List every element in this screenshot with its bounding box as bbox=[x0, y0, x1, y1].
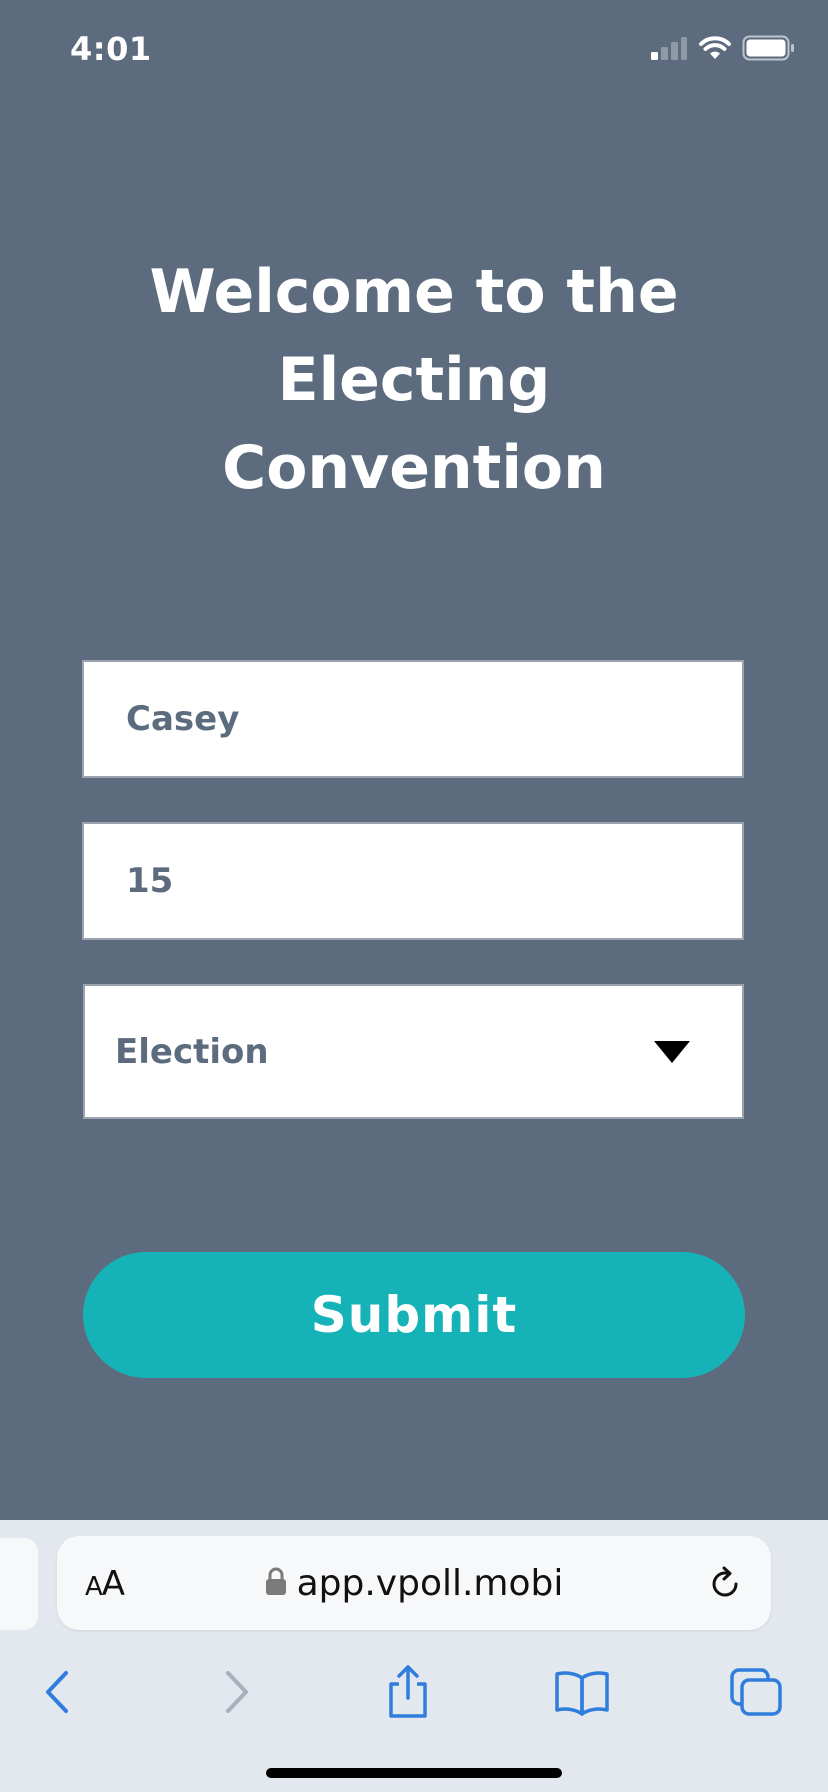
election-select[interactable]: Election bbox=[83, 984, 744, 1119]
name-field[interactable]: Casey bbox=[82, 660, 744, 778]
home-indicator bbox=[266, 1768, 562, 1778]
previous-tab-edge[interactable] bbox=[0, 1538, 38, 1630]
page-title: Welcome to the Electing Convention bbox=[149, 257, 679, 503]
chevron-down-icon bbox=[654, 1040, 690, 1063]
address-bar[interactable]: AA app.vpoll.mobi bbox=[57, 1536, 771, 1630]
number-field[interactable]: 15 bbox=[82, 822, 744, 940]
tabs-icon[interactable] bbox=[726, 1662, 786, 1722]
election-select-value: Election bbox=[115, 1031, 269, 1072]
bookmarks-icon[interactable] bbox=[552, 1662, 612, 1722]
reload-icon[interactable] bbox=[705, 1564, 745, 1609]
lock-icon bbox=[265, 1566, 287, 1601]
submit-button[interactable]: Submit bbox=[83, 1252, 745, 1378]
forward-icon[interactable] bbox=[206, 1662, 266, 1722]
browser-chrome: AA app.vpoll.mobi bbox=[0, 1520, 828, 1792]
share-icon[interactable] bbox=[378, 1662, 438, 1722]
url-display[interactable]: app.vpoll.mobi bbox=[57, 1536, 771, 1630]
back-icon[interactable] bbox=[28, 1662, 88, 1722]
app-content: Welcome to the Electing Convention Casey… bbox=[0, 0, 828, 1520]
url-text: app.vpoll.mobi bbox=[296, 1562, 564, 1604]
browser-toolbar bbox=[0, 1640, 828, 1760]
